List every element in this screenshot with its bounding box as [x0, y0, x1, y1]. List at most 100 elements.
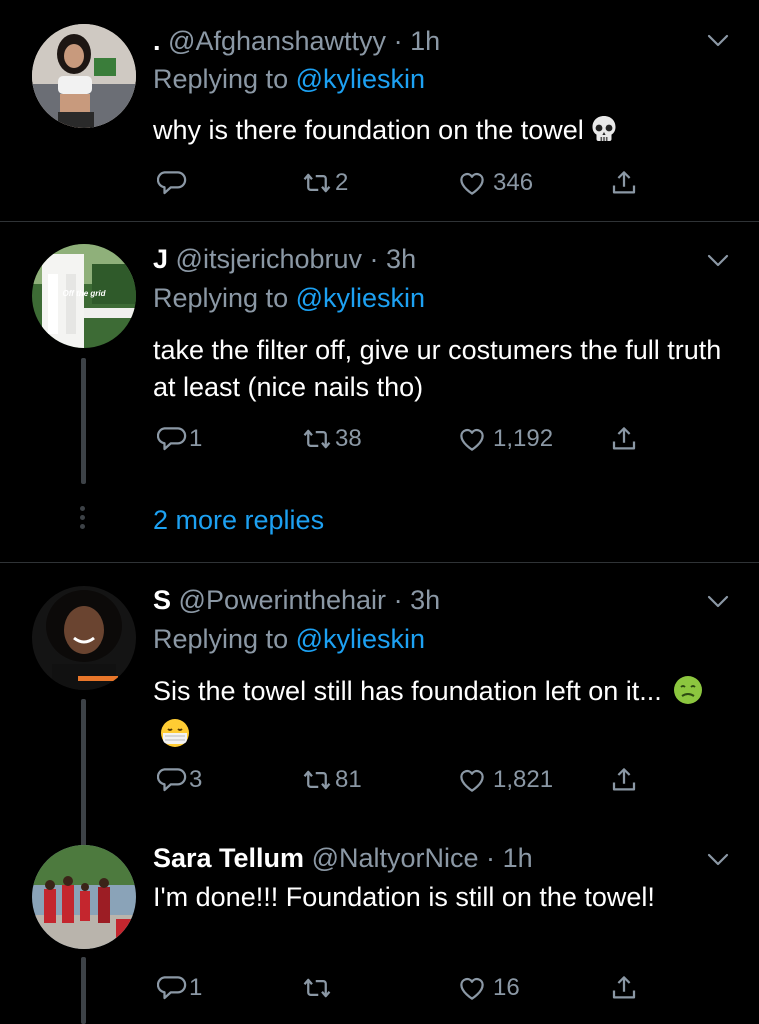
avatar[interactable] — [32, 845, 136, 949]
retweet-button[interactable] — [301, 973, 339, 1003]
display-name[interactable]: S — [153, 585, 171, 615]
tweet-actions: 3 81 1,821 — [153, 765, 653, 801]
tweet-time[interactable]: 1h — [410, 26, 440, 56]
like-count: 346 — [493, 169, 534, 196]
like-button[interactable]: 16 — [457, 973, 520, 1003]
retweet-icon — [301, 973, 333, 1003]
like-button[interactable]: 1,821 — [457, 765, 553, 795]
retweet-count: 2 — [335, 169, 349, 196]
user-handle[interactable]: @NaltyorNice — [312, 843, 479, 873]
like-count: 1,192 — [493, 425, 554, 452]
reply-button[interactable] — [157, 168, 193, 198]
tweet-time[interactable]: 1h — [503, 843, 533, 873]
tweet-text: take the filter off, give ur costumers t… — [153, 335, 722, 402]
mention-link[interactable]: @kylieskin — [296, 64, 425, 94]
retweet-button[interactable]: 38 — [301, 424, 362, 454]
tweet[interactable]: Off the grid J @itsjerichobruv · 3h Repl… — [0, 222, 759, 562]
replying-to: Replying to @kylieskin — [153, 624, 425, 655]
heart-icon — [457, 765, 487, 795]
replying-prefix: Replying to — [153, 624, 289, 654]
chevron-down-icon[interactable] — [707, 254, 729, 268]
tweet-text: Sis the towel still has foundation left … — [153, 673, 713, 759]
retweet-count: 38 — [335, 425, 362, 452]
tweet-text-content: Sis the towel still has foundation left … — [153, 676, 662, 706]
tweet-header: S @Powerinthehair · 3h — [153, 585, 440, 616]
tweet-text: why is there foundation on the towel — [153, 112, 728, 155]
avatar[interactable] — [32, 586, 136, 690]
reply-button[interactable]: 1 — [157, 424, 202, 454]
tweet-header: . @Afghanshawttyy · 1h — [153, 26, 440, 57]
separator-dot: · — [486, 843, 496, 873]
like-count: 16 — [493, 974, 520, 1001]
reply-count: 1 — [189, 425, 203, 452]
like-count: 1,821 — [493, 766, 554, 793]
avatar-photo — [32, 845, 136, 949]
user-handle[interactable]: @itsjerichobruv — [176, 244, 362, 274]
separator-dot: · — [393, 585, 403, 615]
retweet-icon — [301, 168, 333, 198]
tweet-actions: 2 346 — [153, 168, 653, 204]
reply-icon — [157, 424, 187, 454]
tweet[interactable]: Sara Tellum @NaltyorNice · 1h I'm done!!… — [0, 827, 759, 1024]
reply-icon — [157, 765, 187, 795]
tweet-time[interactable]: 3h — [410, 585, 440, 615]
avatar-overlay-text: Off the grid — [62, 289, 106, 298]
display-name[interactable]: Sara Tellum — [153, 843, 304, 873]
mention-link[interactable]: @kylieskin — [296, 624, 425, 654]
retweet-count: 81 — [335, 766, 362, 793]
chevron-down-icon[interactable] — [707, 595, 729, 609]
more-replies-link[interactable]: 2 more replies — [153, 505, 324, 536]
thread-line — [81, 358, 86, 484]
retweet-button[interactable]: 81 — [301, 765, 362, 795]
share-icon — [609, 424, 639, 454]
nauseated-face-icon — [672, 674, 704, 716]
heart-icon — [457, 168, 487, 198]
share-button[interactable] — [609, 765, 639, 795]
share-icon — [609, 973, 639, 1003]
display-name[interactable]: J — [153, 244, 168, 274]
tweet-text-content: why is there foundation on the towel — [153, 115, 584, 145]
replying-to: Replying to @kylieskin — [153, 283, 425, 314]
share-button[interactable] — [609, 424, 639, 454]
tweet-text: I'm done!!! Foundation is still on the t… — [153, 882, 655, 912]
replying-prefix: Replying to — [153, 64, 289, 94]
retweet-icon — [301, 765, 333, 795]
reply-icon — [157, 168, 187, 198]
avatar-photo — [32, 24, 136, 128]
reply-count: 1 — [189, 974, 203, 1001]
tweet-header: Sara Tellum @NaltyorNice · 1h — [153, 843, 533, 874]
skull-emoji-icon — [588, 113, 620, 155]
tweet-actions: 1 38 1,192 — [153, 424, 653, 460]
share-button[interactable] — [609, 973, 639, 1003]
share-icon — [609, 765, 639, 795]
tweet[interactable]: S @Powerinthehair · 3h Replying to @kyli… — [0, 563, 759, 849]
display-name[interactable]: . — [153, 26, 161, 56]
share-icon — [609, 168, 639, 198]
chevron-down-icon[interactable] — [707, 34, 729, 48]
tweet[interactable]: . @Afghanshawttyy · 1h Replying to @kyli… — [0, 0, 759, 222]
thread-dots — [80, 506, 85, 533]
mention-link[interactable]: @kylieskin — [296, 283, 425, 313]
user-handle[interactable]: @Afghanshawttyy — [168, 26, 386, 56]
replying-to: Replying to @kylieskin — [153, 64, 425, 95]
share-button[interactable] — [609, 168, 639, 198]
reply-icon — [157, 973, 187, 1003]
thread-line — [81, 957, 86, 1024]
avatar-photo — [32, 586, 136, 690]
separator-dot: · — [369, 244, 379, 274]
heart-icon — [457, 424, 487, 454]
like-button[interactable]: 1,192 — [457, 424, 553, 454]
tweet-time[interactable]: 3h — [386, 244, 416, 274]
reply-button[interactable]: 1 — [157, 973, 202, 1003]
tweet-header: J @itsjerichobruv · 3h — [153, 244, 416, 275]
like-button[interactable]: 346 — [457, 168, 533, 198]
replying-prefix: Replying to — [153, 283, 289, 313]
user-handle[interactable]: @Powerinthehair — [179, 585, 387, 615]
reply-count: 3 — [189, 766, 203, 793]
heart-icon — [457, 973, 487, 1003]
reply-button[interactable]: 3 — [157, 765, 202, 795]
avatar[interactable] — [32, 24, 136, 128]
chevron-down-icon[interactable] — [707, 853, 729, 867]
avatar[interactable]: Off the grid — [32, 244, 136, 348]
retweet-button[interactable]: 2 — [301, 168, 348, 198]
